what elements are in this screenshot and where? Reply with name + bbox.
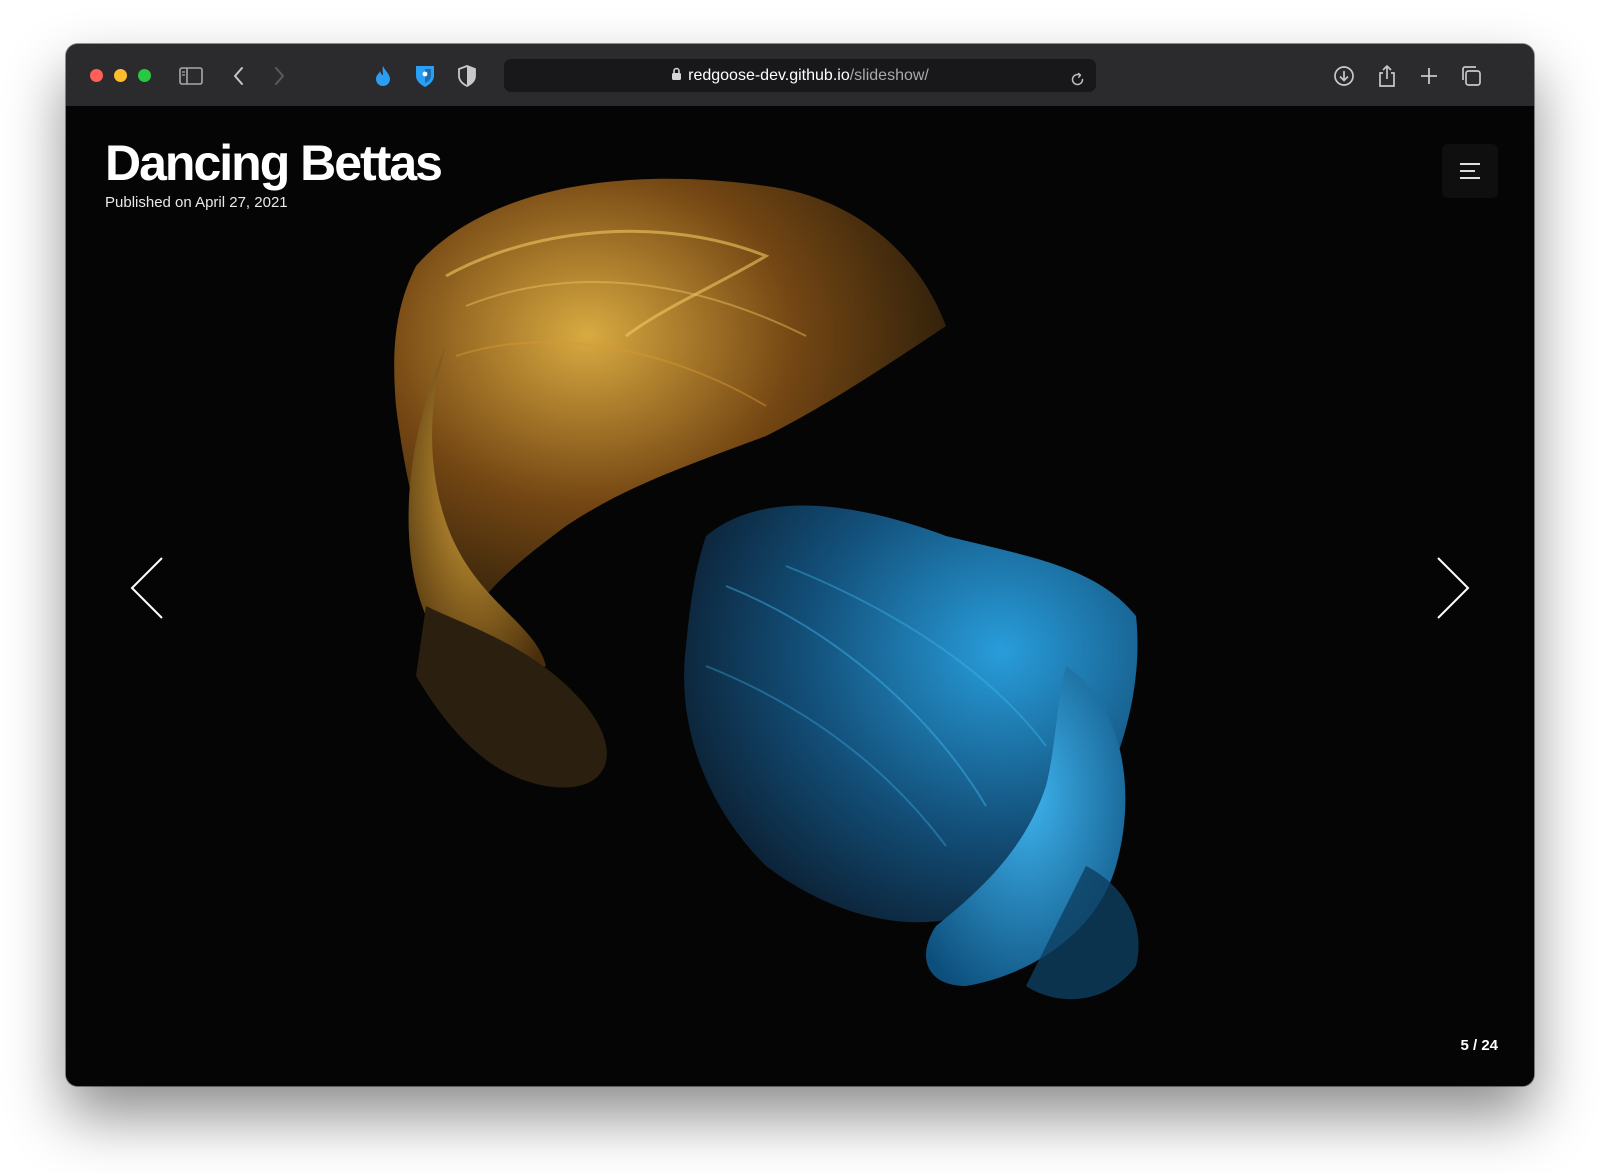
browser-toolbar: redgoose-dev.github.io/slideshow/ [66,44,1534,107]
minimize-window-button[interactable] [114,69,127,82]
sidebar-icon[interactable] [178,63,204,89]
download-icon[interactable] [1331,63,1357,89]
address-bar[interactable]: redgoose-dev.github.io/slideshow/ [504,59,1096,92]
reload-icon[interactable] [1069,67,1086,86]
lock-icon [671,60,682,93]
chevron-right-icon [1437,557,1470,619]
previous-slide-button[interactable] [130,556,170,620]
slide-counter: 5 / 24 [1460,1037,1498,1054]
new-tab-icon[interactable] [1416,63,1442,89]
shield-icon[interactable] [454,63,480,89]
betta-fish-photo [66,106,1534,1086]
chevron-left-icon [130,557,163,619]
forward-icon[interactable] [266,63,292,89]
next-slide-button[interactable] [1430,556,1470,620]
slideshow-viewport: Dancing Bettas Published on April 27, 20… [66,106,1534,1086]
url-host: redgoose-dev.github.io [688,67,850,84]
menu-icon [1460,163,1480,179]
menu-button[interactable] [1442,144,1498,198]
url-path: /slideshow/ [849,67,929,84]
flame-extension-icon[interactable] [370,63,396,89]
bitwarden-icon[interactable] [412,63,438,89]
close-window-button[interactable] [90,69,103,82]
share-icon[interactable] [1374,63,1400,89]
browser-window: redgoose-dev.github.io/slideshow/ Dancin… [66,44,1534,1086]
tab-overview-icon[interactable] [1458,63,1484,89]
published-date: Published on April 27, 2021 [105,194,288,211]
slideshow-title: Dancing Bettas [105,135,443,191]
zoom-window-button[interactable] [138,69,151,82]
back-icon[interactable] [226,63,252,89]
